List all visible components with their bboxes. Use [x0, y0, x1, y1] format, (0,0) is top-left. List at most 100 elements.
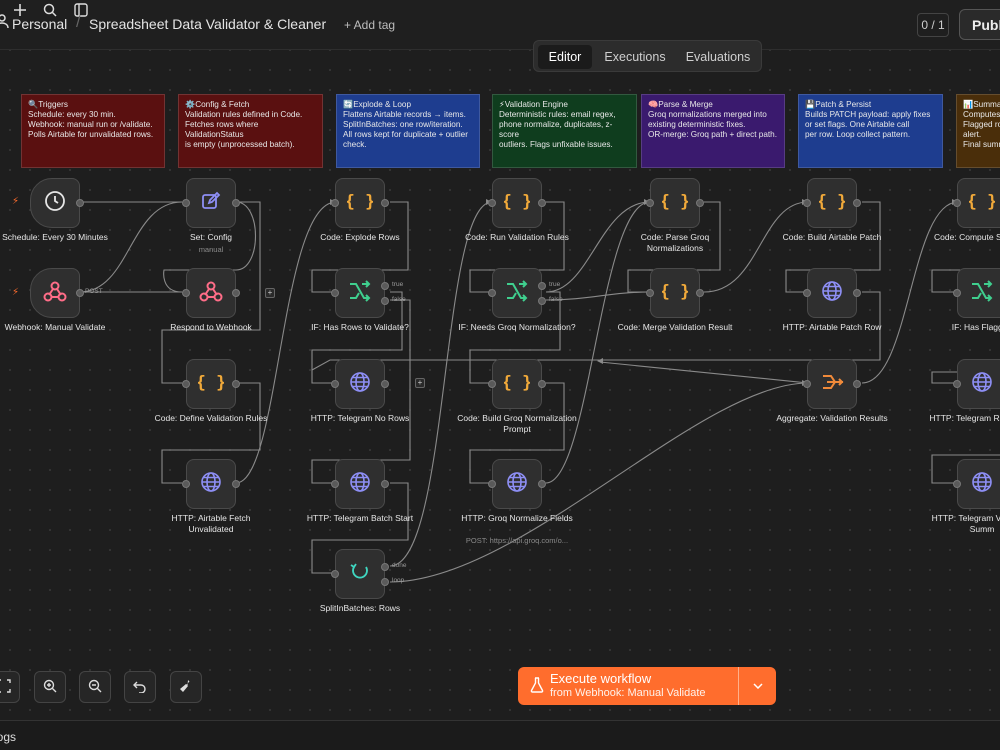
- workflow-node[interactable]: { }: [650, 178, 700, 228]
- input-port[interactable]: [331, 380, 339, 388]
- input-port[interactable]: [331, 199, 339, 207]
- input-port[interactable]: [646, 199, 654, 207]
- output-port-done[interactable]: [381, 563, 389, 571]
- workflow-node[interactable]: [492, 459, 542, 509]
- output-port[interactable]: [538, 199, 546, 207]
- input-port[interactable]: [488, 480, 496, 488]
- sticky-note-patch[interactable]: 💾Patch & Persist Builds PATCH payload: ap…: [798, 94, 943, 168]
- sticky-note-line: Webhook: manual run or /validate.: [28, 120, 153, 129]
- globe-icon: [821, 280, 843, 307]
- sticky-note-triggers[interactable]: 🔍Triggers Schedule: every 30 min. Webhook:…: [21, 94, 165, 168]
- workflow-node[interactable]: [335, 459, 385, 509]
- input-port[interactable]: [953, 380, 961, 388]
- input-port[interactable]: [488, 199, 496, 207]
- add-node-plus[interactable]: +: [415, 378, 425, 388]
- workflow-node[interactable]: [492, 268, 542, 318]
- output-port[interactable]: [232, 480, 240, 488]
- execute-dropdown-button[interactable]: [739, 667, 776, 705]
- output-port[interactable]: [76, 289, 84, 297]
- output-port[interactable]: [853, 380, 861, 388]
- workflow-node[interactable]: { }: [186, 359, 236, 409]
- output-port[interactable]: [538, 380, 546, 388]
- output-port[interactable]: [696, 199, 704, 207]
- sticky-note-config[interactable]: ⚙️Config & Fetch Validation rules defined…: [178, 94, 323, 168]
- sticky-note-line: existing deterministic fixes.: [648, 120, 746, 129]
- input-port[interactable]: [803, 199, 811, 207]
- chevron-down-icon: [752, 680, 763, 692]
- pencil-icon: [201, 191, 221, 216]
- output-port[interactable]: [381, 199, 389, 207]
- output-port-true[interactable]: [538, 282, 546, 290]
- input-port[interactable]: [331, 570, 339, 578]
- code-braces-icon: { }: [196, 372, 227, 397]
- output-port[interactable]: [853, 289, 861, 297]
- workflow-node[interactable]: [807, 268, 857, 318]
- execute-workflow-button[interactable]: Execute workflow from Webhook: Manual Va…: [518, 667, 776, 705]
- output-port[interactable]: [232, 199, 240, 207]
- workflow-node[interactable]: [957, 459, 1000, 509]
- workflow-node[interactable]: [30, 178, 80, 228]
- workflow-node[interactable]: [335, 549, 385, 599]
- fit-view-button[interactable]: [0, 671, 20, 703]
- output-port[interactable]: [381, 480, 389, 488]
- output-port[interactable]: [853, 199, 861, 207]
- workflow-node[interactable]: [335, 359, 385, 409]
- output-port[interactable]: [232, 289, 240, 297]
- sticky-note-explode[interactable]: 🔄Explode & Loop Flattens Airtable records…: [336, 94, 480, 168]
- branch-icon: [505, 279, 529, 307]
- workflow-node[interactable]: [186, 268, 236, 318]
- sticky-note-title: 💾Patch & Persist: [805, 100, 872, 109]
- workflow-node[interactable]: [807, 359, 857, 409]
- input-port[interactable]: [953, 289, 961, 297]
- output-port[interactable]: [696, 289, 704, 297]
- output-port-loop[interactable]: [381, 578, 389, 586]
- clean-canvas-button[interactable]: [170, 671, 202, 703]
- workflow-node[interactable]: { }: [650, 268, 700, 318]
- input-port[interactable]: [488, 380, 496, 388]
- workflow-node[interactable]: [186, 178, 236, 228]
- output-port-true[interactable]: [381, 282, 389, 290]
- output-port[interactable]: [232, 380, 240, 388]
- input-port[interactable]: [182, 289, 190, 297]
- workflow-node[interactable]: { }: [492, 359, 542, 409]
- workflow-node[interactable]: [335, 268, 385, 318]
- svg-text:{ }: { }: [819, 192, 845, 211]
- zoom-in-button[interactable]: [34, 671, 66, 703]
- sticky-note-parse[interactable]: 🧠Parse & Merge Groq normalizations merged…: [641, 94, 785, 168]
- workflow-node[interactable]: { }: [807, 178, 857, 228]
- undo-button[interactable]: [124, 671, 156, 703]
- input-port[interactable]: [953, 199, 961, 207]
- zoom-out-button[interactable]: [79, 671, 111, 703]
- logs-panel-bar[interactable]: Logs: [0, 720, 1000, 750]
- input-port[interactable]: [803, 380, 811, 388]
- input-port[interactable]: [331, 289, 339, 297]
- output-port[interactable]: [538, 480, 546, 488]
- input-port[interactable]: [646, 289, 654, 297]
- sticky-note-validation[interactable]: ⚡Validation Engine Deterministic rules: e…: [492, 94, 637, 168]
- workflow-node[interactable]: [186, 459, 236, 509]
- input-port[interactable]: [488, 289, 496, 297]
- output-port-false[interactable]: [381, 297, 389, 305]
- workflow-node[interactable]: { }: [492, 178, 542, 228]
- code-braces-icon: { }: [502, 191, 533, 216]
- input-port[interactable]: [803, 289, 811, 297]
- output-port[interactable]: [76, 199, 84, 207]
- node-label: HTTP: Telegram Validation Summ: [931, 513, 1000, 534]
- output-port-false[interactable]: [538, 297, 546, 305]
- workflow-node[interactable]: [957, 268, 1000, 318]
- add-node-plus[interactable]: +: [265, 288, 275, 298]
- input-port[interactable]: [182, 380, 190, 388]
- input-port[interactable]: [953, 480, 961, 488]
- input-port[interactable]: [182, 480, 190, 488]
- workflow-node[interactable]: { }: [957, 178, 1000, 228]
- execute-main[interactable]: Execute workflow from Webhook: Manual Va…: [518, 667, 738, 705]
- input-port[interactable]: [182, 199, 190, 207]
- output-port[interactable]: [381, 380, 389, 388]
- sticky-note-summary[interactable]: 📊SummaryComputesFlagged roalert.Final su…: [956, 94, 1000, 168]
- logs-label[interactable]: Logs: [0, 730, 16, 744]
- workflow-node[interactable]: [30, 268, 80, 318]
- workflow-node[interactable]: [957, 359, 1000, 409]
- workflow-node[interactable]: { }: [335, 178, 385, 228]
- sticky-note-line: phone normalize, duplicates, z-score: [499, 120, 613, 139]
- input-port[interactable]: [331, 480, 339, 488]
